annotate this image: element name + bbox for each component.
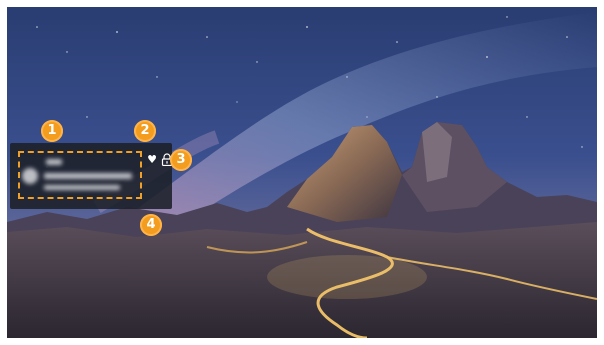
- info-panel: ♥: [10, 143, 173, 209]
- info-line-blurred: [44, 173, 132, 179]
- info-thumb-blurred: [22, 168, 38, 184]
- info-title-blurred: [46, 159, 62, 165]
- callout-1: 1: [41, 120, 63, 142]
- callout-2: 2: [134, 120, 156, 142]
- callout-4: 4: [140, 214, 162, 236]
- heart-icon[interactable]: ♥: [146, 154, 158, 166]
- wallpaper-screen: ♥ 1 2 3 4: [7, 7, 597, 338]
- info-line-blurred: [44, 185, 120, 190]
- callout-3: 3: [170, 149, 192, 171]
- info-text-area: [18, 151, 142, 199]
